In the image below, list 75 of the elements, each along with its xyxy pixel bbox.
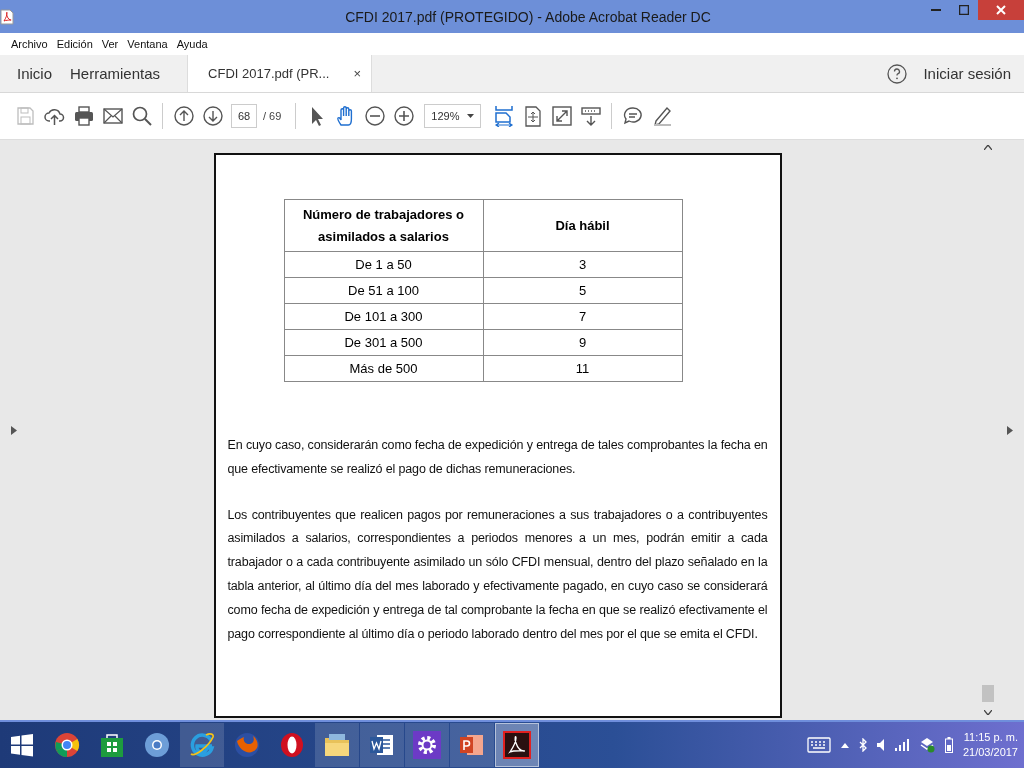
pdf-reader-icon	[503, 731, 531, 759]
taskbar-button[interactable]	[360, 723, 404, 767]
table-cell: Más de 500	[284, 355, 483, 382]
comment-icon[interactable]	[621, 105, 644, 127]
page-number-field[interactable]: 68	[231, 104, 257, 128]
settings-icon	[413, 731, 441, 759]
document-tab[interactable]: CFDI 2017.pdf (PR... ×	[187, 55, 373, 92]
page-count: / 69	[263, 110, 282, 122]
speaker-icon[interactable]	[876, 739, 885, 751]
menu-item[interactable]: Ayuda	[176, 38, 208, 50]
taskbar-button[interactable]	[315, 723, 359, 767]
opera-icon	[278, 731, 306, 759]
bluetooth-icon[interactable]	[858, 738, 867, 752]
paragraph: Los contribuyentes que realicen pagos por remuneraciones a sus trabajadores o a contribuyentes asimilados a salarios, correspondientes a periodos menores a un mes, podrán emitir a cada trabajador o a cada contribuyente asimilado un sólo CFDI mensual, dentro del plazo señalado en la tabla anterior, al último día del mes laborado y efectivamente pagado, en cuyo caso se considerará como fecha de expedición y entrega de tal comprobante la fecha en que se realizó efectivamente el pago correspondiente al último día o periodo laborado dentro del mes por el que se emita el CFDI.	[227, 506, 768, 643]
scroll-down-icon[interactable]	[984, 710, 992, 715]
caret-icon	[467, 114, 475, 118]
table-cell: 3	[483, 251, 682, 278]
fox-globe-icon	[233, 731, 261, 759]
tab-label: CFDI 2017.pdf (PR...	[208, 66, 330, 81]
table-cell: De 101 a 300	[284, 303, 483, 330]
clock-time[interactable]: 11:15 p. m.	[963, 730, 1018, 745]
zoom-out-icon[interactable]	[363, 105, 386, 127]
expand-left-panel-icon[interactable]	[11, 425, 17, 435]
table-cell: De 1 a 50	[284, 251, 483, 278]
menu-item[interactable]: Ver	[101, 38, 119, 50]
table-cell: 5	[483, 277, 682, 304]
zoom-dropdown[interactable]: 129%	[424, 104, 482, 128]
table-header-cell: Día hábil	[483, 199, 682, 252]
search-icon[interactable]	[130, 105, 153, 127]
tab-close-button[interactable]: ×	[353, 66, 362, 81]
print-icon[interactable]	[72, 105, 95, 127]
windows-logo-icon	[8, 731, 36, 759]
table-cell: 9	[483, 329, 682, 356]
scrollbar-thumb[interactable]	[982, 685, 994, 702]
globe-icon	[143, 731, 171, 759]
menu-item[interactable]: Archivo	[11, 38, 48, 50]
internet-explorer-icon	[188, 731, 216, 759]
toolbar-menu-icon[interactable]	[579, 105, 602, 127]
chevron-up-icon[interactable]	[840, 742, 849, 748]
maximize-icon	[959, 5, 969, 15]
table-cell: De 51 a 100	[284, 277, 483, 304]
chrome-icon	[53, 731, 81, 759]
scroll-up-icon[interactable]	[984, 145, 992, 150]
battery-icon[interactable]	[944, 737, 953, 753]
mail-icon[interactable]	[101, 105, 124, 127]
fullscreen-icon[interactable]	[550, 105, 573, 127]
nav-tab[interactable]: Herramientas	[61, 55, 170, 92]
taskbar-button[interactable]	[495, 723, 539, 767]
expand-right-panel-icon[interactable]	[1007, 425, 1013, 435]
table-header-cell: Número de trabajadores o asimilados a salarios	[284, 199, 483, 252]
menu-item[interactable]: Ventana	[127, 38, 168, 50]
nav-tab[interactable]: Inicio	[0, 55, 62, 92]
window-title: CFDI 2017.pdf (PROTEGIDO) - Adobe Acrobat Reader DC	[344, 8, 712, 25]
keyboard-icon[interactable]	[806, 737, 831, 753]
clock-date[interactable]: 21/03/2017	[962, 745, 1018, 760]
taskbar-button[interactable]	[405, 723, 449, 767]
minimize-icon	[931, 9, 941, 11]
pdf-file-icon	[0, 8, 14, 25]
signal-icon[interactable]	[894, 739, 909, 751]
fit-width-icon[interactable]	[492, 105, 515, 127]
folder-icon	[323, 731, 351, 759]
paragraph: En cuyo caso, considerarán como fecha de expedición y entrega de tales comprobantes la fecha en que efectivamente se realizó el pago de dichas remuneraciones.	[227, 437, 768, 478]
arrow-up-icon[interactable]	[172, 105, 195, 127]
close-icon	[996, 5, 1006, 15]
shopping-bag-icon	[98, 731, 126, 759]
arrow-down-icon[interactable]	[201, 105, 224, 127]
table-cell: 11	[483, 355, 682, 382]
close-button[interactable]	[978, 0, 1024, 20]
menu-item[interactable]: Edición	[56, 38, 93, 50]
help-icon[interactable]	[887, 63, 908, 84]
table-cell: De 301 a 500	[284, 329, 483, 356]
sign-in-link[interactable]: Iniciar sesión	[923, 55, 1011, 92]
table-cell: 7	[483, 303, 682, 330]
network-icon[interactable]	[918, 737, 935, 753]
zoom-in-icon[interactable]	[392, 105, 415, 127]
